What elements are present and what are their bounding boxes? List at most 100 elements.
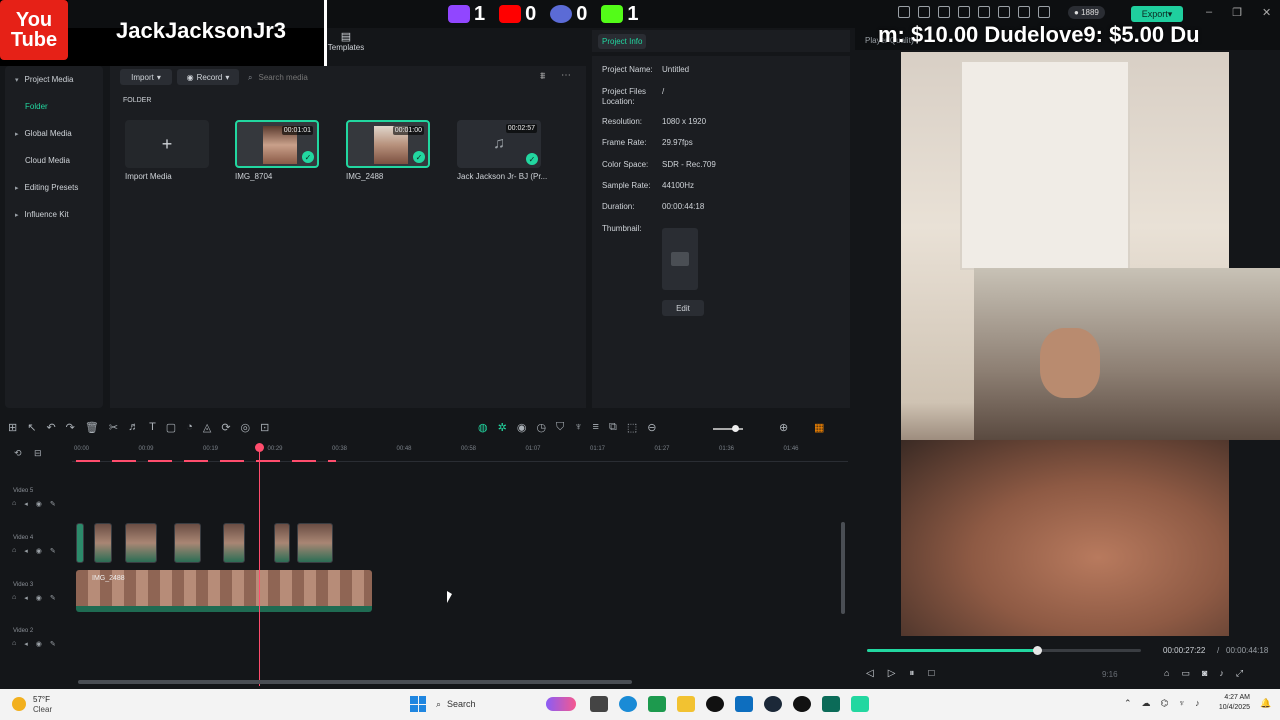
start-button[interactable] xyxy=(410,696,426,712)
sidebar-item-global-media[interactable]: ▸ Global Media xyxy=(5,120,103,147)
media-tile-audio[interactable]: ♫ 00:02:57 ✓ Jack Jackson Jr- BJ (Pr... xyxy=(457,120,547,181)
filmora-icon[interactable] xyxy=(822,696,840,712)
mixer-icon[interactable]: ≡ xyxy=(593,421,599,434)
timeline-clip[interactable] xyxy=(297,523,333,563)
media-tile-img-2488[interactable]: 00:01:00 ✓ IMG_2488 xyxy=(346,120,430,181)
eye-icon[interactable]: ◉ xyxy=(36,640,42,648)
speaker-icon[interactable]: ◂ xyxy=(24,547,28,555)
minimize-icon[interactable]: – xyxy=(1206,6,1212,19)
text-icon[interactable]: T xyxy=(149,421,156,434)
chevron-up-icon[interactable]: ⌃ xyxy=(1124,698,1132,709)
import-media-tile[interactable]: + Import Media xyxy=(125,120,209,181)
monitor-icon[interactable] xyxy=(958,6,970,18)
delete-icon[interactable]: 🗑 xyxy=(85,421,99,434)
credits-badge[interactable]: ● 1889 xyxy=(1068,6,1105,19)
cloud-icon[interactable]: ☁ xyxy=(1142,698,1151,709)
replace-icon[interactable]: ⧉ xyxy=(609,421,617,434)
sidebar-item-editing-presets[interactable]: ▸ Editing Presets xyxy=(5,174,103,201)
undo-icon[interactable]: ↶ xyxy=(46,421,55,434)
import-button[interactable]: Import ▾ xyxy=(120,69,172,85)
volume-icon[interactable]: ♪ xyxy=(1195,698,1200,709)
layout-icon[interactable]: ⊞ xyxy=(8,421,17,434)
zoom-handle[interactable] xyxy=(732,425,739,432)
folder-icon[interactable] xyxy=(677,696,695,712)
speaker-icon[interactable]: ◂ xyxy=(24,640,28,648)
pen-icon[interactable]: ✎ xyxy=(50,640,56,648)
snap-icon[interactable]: ◍ xyxy=(478,421,488,434)
speed-icon[interactable]: ◷ xyxy=(536,421,546,434)
lock-icon[interactable]: ⌂ xyxy=(12,640,16,648)
pen-icon[interactable]: ✎ xyxy=(50,547,56,555)
app-icon[interactable] xyxy=(735,696,753,712)
speaker-icon[interactable]: ◂ xyxy=(24,594,28,602)
vertical-scrollbar[interactable] xyxy=(841,522,845,614)
zoom-out-icon[interactable]: ⊖ xyxy=(647,421,656,434)
timeline-clip[interactable] xyxy=(94,523,112,563)
settings-icon[interactable] xyxy=(1018,6,1030,18)
edit-thumbnail-button[interactable]: Edit xyxy=(662,300,704,316)
pen-icon[interactable]: ✎ xyxy=(50,594,56,602)
mic-icon[interactable]: ♆ xyxy=(1178,698,1185,709)
lock-icon[interactable]: ⌂ xyxy=(12,500,16,508)
edge-icon[interactable] xyxy=(619,696,637,712)
mark-icon[interactable]: ⌂ xyxy=(1164,668,1169,679)
seek-handle[interactable] xyxy=(1032,646,1042,655)
sidebar-item-folder[interactable]: Folder xyxy=(5,93,103,120)
thumbnail-preview[interactable] xyxy=(662,228,698,290)
horizontal-scrollbar[interactable] xyxy=(78,680,632,684)
zoom-in-icon[interactable]: ⊕ xyxy=(779,421,788,434)
audio-icon[interactable]: ♬ xyxy=(128,421,139,434)
eye-icon[interactable]: ◉ xyxy=(36,594,42,602)
timeline-clip[interactable] xyxy=(223,523,245,563)
tiktok-live-icon[interactable] xyxy=(793,696,811,712)
taskbar-search[interactable]: ⌕ Search xyxy=(436,694,576,714)
lock-icon[interactable]: ⌂ xyxy=(12,547,16,555)
close-icon[interactable]: ✕ xyxy=(1262,6,1271,19)
aspect-ratio[interactable]: 9:16 xyxy=(1102,670,1118,679)
record-vo-icon[interactable]: ◉ xyxy=(517,421,527,434)
lock-icon[interactable]: ⌂ xyxy=(12,594,16,602)
timeline-clip[interactable] xyxy=(125,523,157,563)
gift-icon[interactable] xyxy=(898,6,910,18)
mask-icon[interactable]: ◬ xyxy=(203,421,211,434)
marker-icon[interactable]: ⊡ xyxy=(260,421,269,434)
clock[interactable]: 4:27 AM 10/4/2025 xyxy=(1210,693,1250,713)
tiktok-icon[interactable] xyxy=(706,696,724,712)
play-icon[interactable]: ▷ xyxy=(888,668,896,679)
notification-icon[interactable]: 🔔 xyxy=(1260,698,1271,709)
previous-frame-icon[interactable]: ◁ xyxy=(866,668,874,679)
add-track-icon[interactable]: ⊟ xyxy=(34,448,42,459)
ai-icon[interactable]: ⟳ xyxy=(221,421,230,434)
save-icon[interactable] xyxy=(978,6,990,18)
grid-icon[interactable] xyxy=(1038,6,1050,18)
fullscreen-icon[interactable]: ⤢ xyxy=(1236,668,1243,679)
mic-icon[interactable]: ♆ xyxy=(574,421,582,434)
sidebar-item-cloud-media[interactable]: Cloud Media xyxy=(5,147,103,174)
cloud-icon[interactable] xyxy=(998,6,1010,18)
chat-icon[interactable] xyxy=(851,696,869,712)
timeline-clip[interactable] xyxy=(174,523,201,563)
playhead[interactable] xyxy=(259,444,260,686)
xbox-icon[interactable] xyxy=(648,696,666,712)
ratio-icon[interactable]: ⬚ xyxy=(627,421,637,434)
playhead-handle[interactable] xyxy=(255,443,264,452)
filter-icon[interactable]: ⩩ xyxy=(540,71,545,82)
pause-icon[interactable]: ⏸ xyxy=(909,668,914,679)
media-tile-img-8704[interactable]: 00:01:01 ✓ IMG_8704 xyxy=(235,120,319,181)
crop-icon[interactable]: ▢ xyxy=(166,421,176,434)
split-icon[interactable]: ✂ xyxy=(109,421,118,434)
magnet-icon[interactable]: ✲ xyxy=(498,421,507,434)
effects-icon[interactable]: ◎ xyxy=(241,421,251,434)
layout-icon[interactable] xyxy=(938,6,950,18)
network-icon[interactable]: ⌬ xyxy=(1161,698,1169,709)
weather-temp[interactable]: 57°F xyxy=(33,695,50,704)
volume-icon[interactable]: ♪ xyxy=(1219,668,1224,679)
sidebar-item-influence-kit[interactable]: ▸ Influence Kit xyxy=(5,201,103,228)
color-icon[interactable]: ◔ xyxy=(186,421,193,434)
pen-icon[interactable]: ✎ xyxy=(50,500,56,508)
weather-icon[interactable] xyxy=(12,697,26,711)
snapshot-icon[interactable]: ◙ xyxy=(1202,668,1207,679)
steam-icon[interactable] xyxy=(764,696,782,712)
redo-icon[interactable]: ↷ xyxy=(66,421,75,434)
shield-icon[interactable]: ⛉ xyxy=(556,421,564,434)
